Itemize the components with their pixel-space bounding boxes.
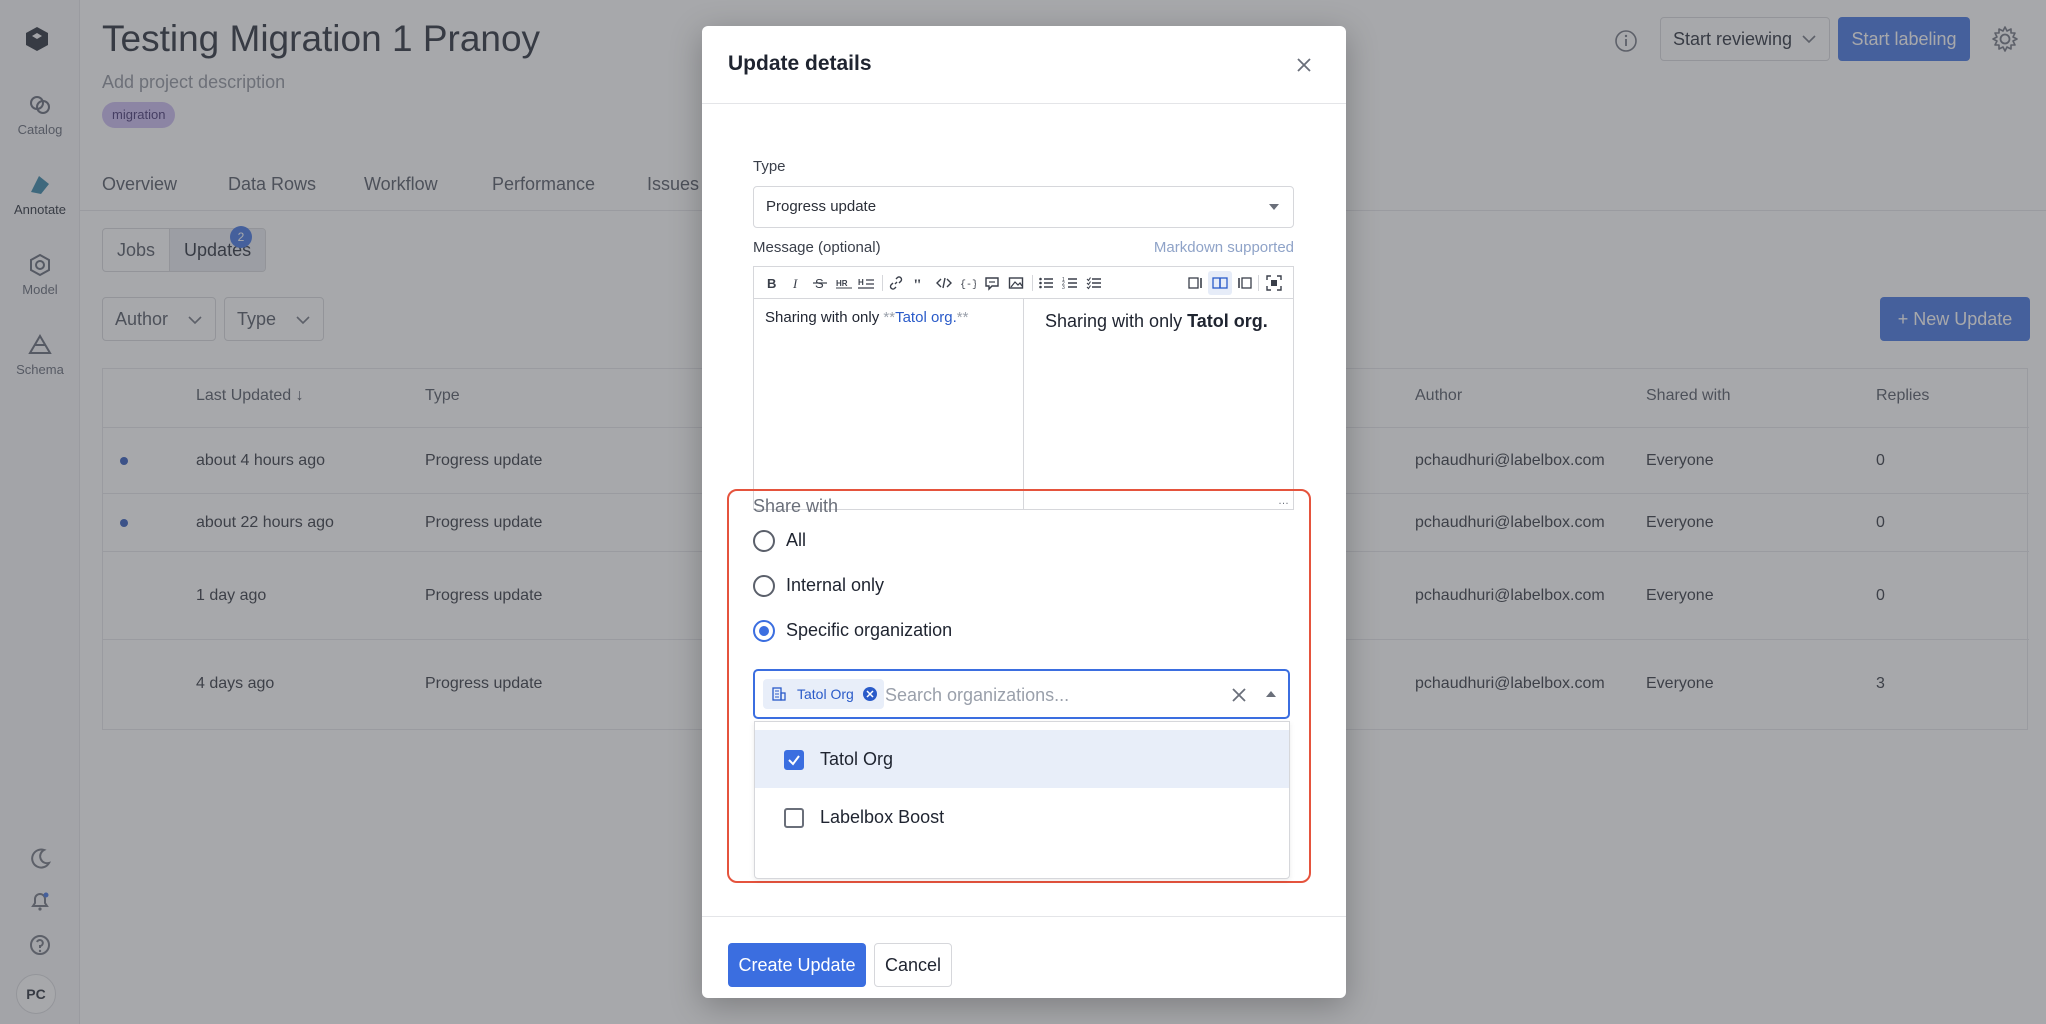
modal-divider: [702, 103, 1346, 104]
remove-chip-icon[interactable]: [862, 686, 878, 702]
markdown-hint: Markdown supported: [1153, 239, 1294, 256]
org-checkbox-unchecked[interactable]: [784, 808, 804, 828]
edit-mode-icon[interactable]: [1188, 275, 1204, 291]
svg-text:{-}: {-}: [960, 279, 976, 291]
preview-text: Sharing with only: [1045, 311, 1188, 331]
clear-icon[interactable]: [1230, 686, 1248, 704]
selected-org-chip: Tatol Org: [763, 679, 884, 709]
toolbar-divider: [1258, 275, 1259, 291]
caret-up-icon[interactable]: [1266, 691, 1276, 697]
checklist-icon[interactable]: [1086, 275, 1102, 291]
markdown-editor: B I S HR H " {-} 123 Sharing with only *…: [753, 266, 1294, 510]
preview-mode-icon[interactable]: [1236, 275, 1252, 291]
strikethrough-icon[interactable]: S: [812, 275, 828, 291]
editor-toolbar: B I S HR H " {-} 123: [754, 267, 1293, 299]
cancel-button[interactable]: Cancel: [874, 943, 952, 987]
share-internal-radio[interactable]: [753, 575, 775, 597]
code-icon[interactable]: [936, 275, 952, 291]
share-specific-org-radio[interactable]: [753, 620, 775, 642]
type-label: Type: [753, 158, 786, 175]
org-option-label: Tatol Org: [820, 749, 894, 769]
markdown-source[interactable]: Sharing with only **Tatol org.**: [754, 299, 1024, 509]
source-text: Sharing with only: [765, 309, 884, 326]
caret-down-icon: [1269, 204, 1279, 210]
org-option-tatol[interactable]: Tatol Org: [755, 730, 1289, 788]
svg-text:3: 3: [1062, 285, 1065, 291]
share-specific-org-label[interactable]: Specific organization: [786, 620, 952, 641]
share-with-label: Share with: [753, 496, 839, 516]
chip-label: Tatol Org: [797, 686, 854, 702]
svg-text:B: B: [767, 276, 776, 291]
comment-icon[interactable]: [984, 275, 1000, 291]
svg-text:H: H: [858, 278, 864, 287]
markdown-mark: **: [956, 309, 969, 326]
org-option-labelbox-boost[interactable]: Labelbox Boost: [755, 788, 1289, 846]
quote-icon[interactable]: ": [912, 275, 928, 291]
markdown-mark: **: [883, 309, 896, 326]
heading-format-icon[interactable]: H: [858, 275, 874, 291]
update-details-modal: Update details Type Progress update Mess…: [702, 26, 1346, 998]
bullet-list-icon[interactable]: [1038, 275, 1054, 291]
close-icon[interactable]: [1293, 54, 1315, 76]
organization-multiselect[interactable]: Tatol Org: [753, 669, 1290, 719]
bold-icon[interactable]: B: [764, 275, 780, 291]
italic-icon[interactable]: I: [788, 275, 804, 291]
checkmark-icon: [788, 755, 800, 766]
modal-title: Update details: [728, 52, 872, 75]
preview-bold-text: Tatol org.: [1187, 311, 1268, 331]
image-icon[interactable]: [1008, 275, 1024, 291]
type-select[interactable]: Progress update: [753, 186, 1294, 228]
create-update-button[interactable]: Create Update: [728, 943, 866, 987]
markdown-preview: Sharing with only Tatol org.: [1025, 299, 1293, 509]
modal-footer-divider: [702, 916, 1346, 917]
organization-search-input[interactable]: [885, 681, 1215, 709]
org-checkbox-checked[interactable]: [784, 750, 804, 770]
organization-dropdown: Tatol Org Labelbox Boost: [754, 721, 1290, 879]
fullscreen-icon[interactable]: [1266, 275, 1282, 291]
share-all-radio[interactable]: [753, 530, 775, 552]
split-view-icon[interactable]: [1212, 275, 1228, 291]
share-all-label[interactable]: All: [786, 530, 806, 551]
type-select-value: Progress update: [766, 198, 877, 215]
toolbar-divider: [1032, 275, 1033, 291]
numbered-list-icon[interactable]: 123: [1062, 275, 1078, 291]
svg-text:I: I: [792, 276, 798, 291]
link-icon[interactable]: [888, 275, 904, 291]
org-option-label: Labelbox Boost: [820, 807, 945, 827]
heading-icon[interactable]: HR: [836, 275, 852, 291]
share-internal-label[interactable]: Internal only: [786, 575, 884, 596]
code-block-icon[interactable]: {-}: [960, 275, 976, 291]
source-bold-text: Tatol org.: [895, 309, 957, 326]
svg-text:HR: HR: [836, 279, 848, 288]
building-icon: [772, 687, 786, 701]
toolbar-divider: [882, 275, 883, 291]
message-label: Message (optional): [753, 239, 881, 256]
svg-text:": ": [913, 277, 922, 291]
